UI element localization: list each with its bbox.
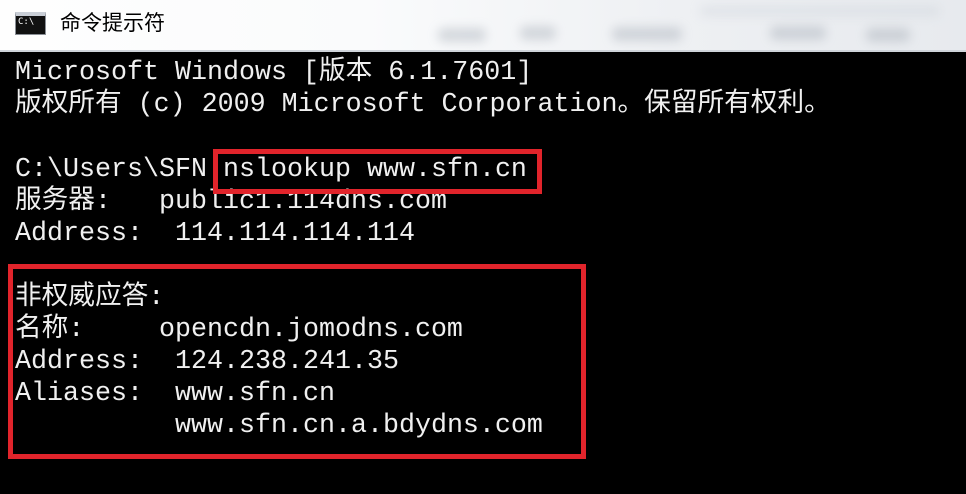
- blurred-background: [438, 28, 486, 42]
- window-title: 命令提示符: [60, 11, 165, 35]
- console-line: Microsoft Windows [版本 6.1.7601]: [0, 57, 966, 89]
- answer-highlight-box: [8, 264, 586, 459]
- blurred-background: [700, 6, 940, 16]
- title-bar[interactable]: C:\ 命令提示符: [0, 0, 966, 52]
- blurred-background: [612, 27, 682, 41]
- console-line: 版权所有 (c) 2009 Microsoft Corporation。保留所有…: [0, 89, 966, 121]
- server-address-label: Address:: [15, 219, 143, 249]
- command-prompt-icon[interactable]: C:\: [15, 12, 46, 35]
- version-text: Microsoft Windows [版本 6.1.7601]: [15, 58, 533, 88]
- icon-label: C:\: [18, 17, 35, 27]
- blurred-background: [770, 26, 826, 40]
- server-address-value: 114.114.114.114: [175, 219, 415, 249]
- blurred-background: [866, 28, 910, 42]
- server-label: 服务器:: [15, 187, 111, 217]
- copyright-text: 版权所有 (c) 2009 Microsoft Corporation。保留所有…: [15, 90, 831, 120]
- command-highlight-box: [213, 149, 542, 194]
- console-line: Address: 114.114.114.114: [0, 218, 966, 250]
- blurred-background: [520, 26, 556, 40]
- command-prompt: C:\Users\SFN: [15, 155, 207, 185]
